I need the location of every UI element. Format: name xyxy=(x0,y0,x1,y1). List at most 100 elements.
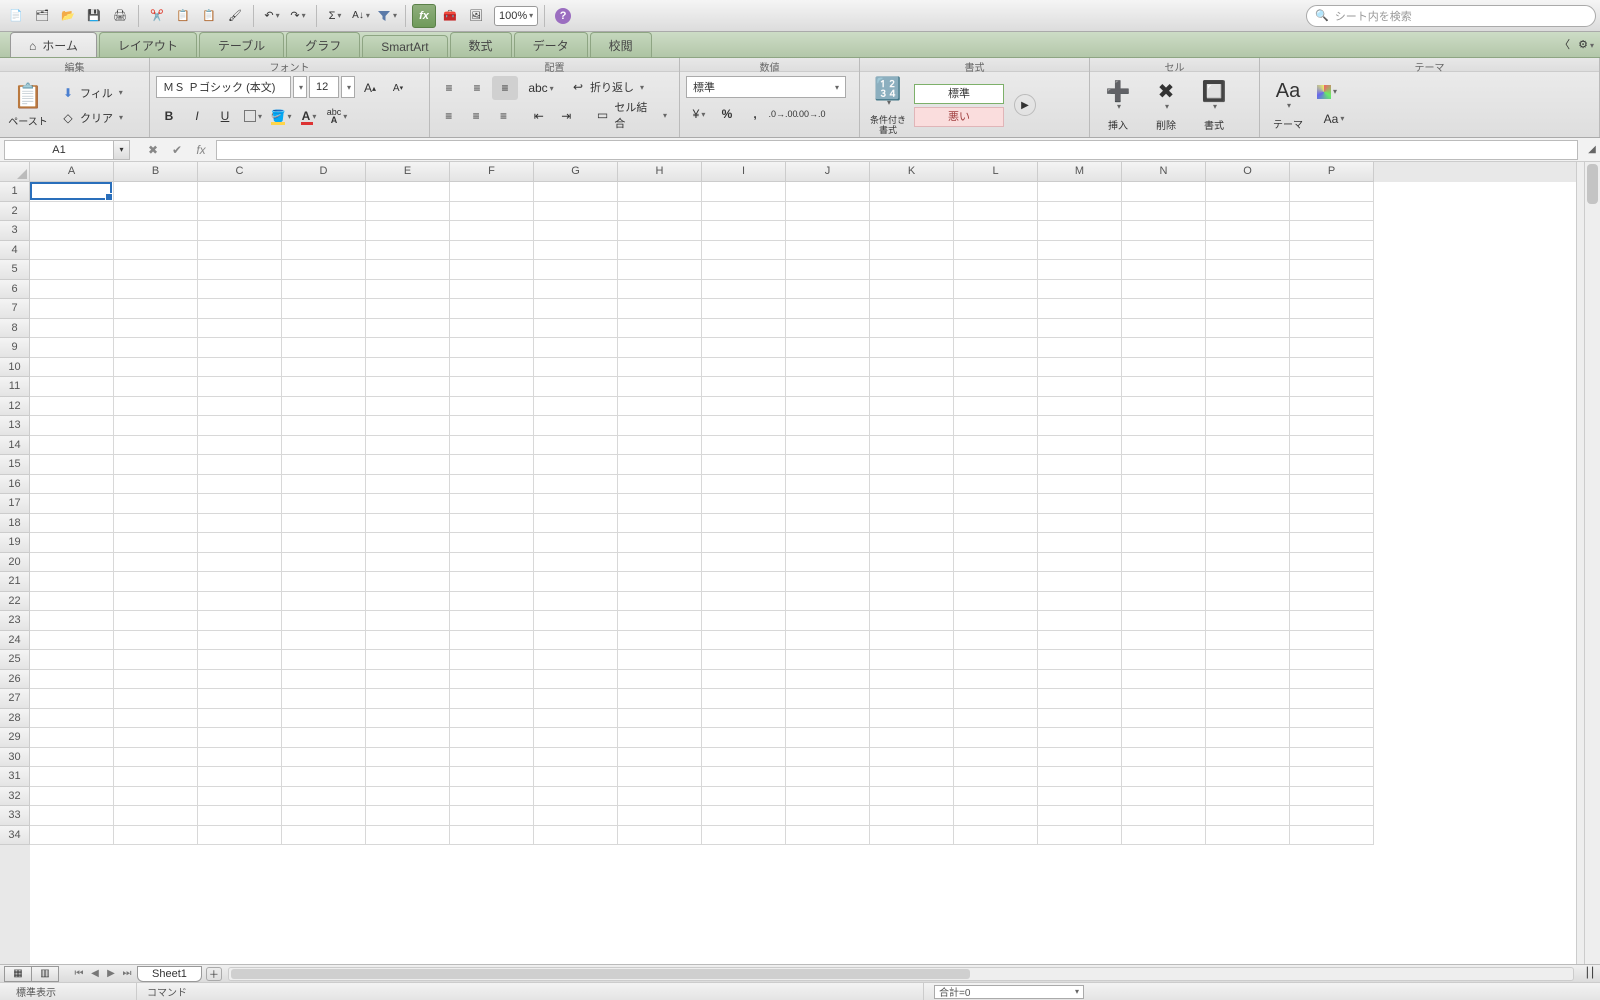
cell[interactable] xyxy=(954,475,1038,495)
cell[interactable] xyxy=(786,221,870,241)
cell[interactable] xyxy=(870,299,954,319)
cell[interactable] xyxy=(1290,260,1374,280)
row-header[interactable]: 12 xyxy=(0,397,30,417)
cell[interactable] xyxy=(198,260,282,280)
redo-icon[interactable]: ↷▾ xyxy=(286,4,310,28)
cell[interactable] xyxy=(114,338,198,358)
cell[interactable] xyxy=(450,319,534,339)
row-header[interactable]: 8 xyxy=(0,319,30,339)
cell[interactable] xyxy=(366,787,450,807)
filter-icon[interactable]: ▾ xyxy=(375,4,399,28)
cell[interactable] xyxy=(786,377,870,397)
row-header[interactable]: 10 xyxy=(0,358,30,378)
column-header[interactable]: N xyxy=(1122,162,1206,182)
tab-formulas[interactable]: 数式 xyxy=(450,32,512,57)
cell[interactable] xyxy=(1206,631,1290,651)
cell[interactable] xyxy=(702,670,786,690)
italic-button[interactable]: I xyxy=(184,104,210,128)
enter-formula-icon[interactable]: ✔ xyxy=(168,141,186,159)
cell[interactable] xyxy=(1122,202,1206,222)
cell[interactable] xyxy=(282,767,366,787)
cell[interactable] xyxy=(366,650,450,670)
cell[interactable] xyxy=(702,397,786,417)
cell[interactable] xyxy=(198,455,282,475)
cell[interactable] xyxy=(282,806,366,826)
cell[interactable] xyxy=(1122,592,1206,612)
cell[interactable] xyxy=(450,260,534,280)
cell[interactable] xyxy=(1038,631,1122,651)
cell[interactable] xyxy=(870,553,954,573)
cell[interactable] xyxy=(870,436,954,456)
cell[interactable] xyxy=(198,416,282,436)
cell[interactable] xyxy=(786,767,870,787)
cell[interactable] xyxy=(282,299,366,319)
cell[interactable] xyxy=(1122,553,1206,573)
cell[interactable] xyxy=(450,709,534,729)
cell[interactable] xyxy=(702,572,786,592)
cell[interactable] xyxy=(534,709,618,729)
cell[interactable] xyxy=(702,611,786,631)
cell[interactable] xyxy=(870,221,954,241)
cell[interactable] xyxy=(618,767,702,787)
cell[interactable] xyxy=(30,650,114,670)
row-header[interactable]: 21 xyxy=(0,572,30,592)
cell[interactable] xyxy=(198,514,282,534)
row-header[interactable]: 24 xyxy=(0,631,30,651)
cell[interactable] xyxy=(1038,787,1122,807)
cell[interactable] xyxy=(450,202,534,222)
cell[interactable] xyxy=(450,358,534,378)
cell[interactable] xyxy=(870,241,954,261)
cell[interactable] xyxy=(618,592,702,612)
cell[interactable] xyxy=(114,299,198,319)
row-header[interactable]: 26 xyxy=(0,670,30,690)
cell[interactable] xyxy=(618,748,702,768)
cell[interactable] xyxy=(366,631,450,651)
cell[interactable] xyxy=(1206,202,1290,222)
cell[interactable] xyxy=(450,650,534,670)
save-icon[interactable]: 💾 xyxy=(82,4,106,28)
align-center-button[interactable]: ≡ xyxy=(463,104,488,128)
font-name-dropdown[interactable]: ▾ xyxy=(293,76,307,98)
name-box[interactable]: A1 xyxy=(4,140,114,160)
cell[interactable] xyxy=(954,202,1038,222)
column-header[interactable]: E xyxy=(366,162,450,182)
cell[interactable] xyxy=(954,787,1038,807)
cell[interactable] xyxy=(1206,553,1290,573)
cell[interactable] xyxy=(702,260,786,280)
cell[interactable] xyxy=(1290,631,1374,651)
cell[interactable] xyxy=(366,709,450,729)
tab-charts[interactable]: グラフ xyxy=(286,32,360,57)
row-header[interactable]: 6 xyxy=(0,280,30,300)
cell[interactable] xyxy=(1038,748,1122,768)
cell[interactable] xyxy=(870,202,954,222)
cell[interactable] xyxy=(870,826,954,846)
cell[interactable] xyxy=(450,514,534,534)
cell[interactable] xyxy=(366,416,450,436)
cell[interactable] xyxy=(954,709,1038,729)
cell[interactable] xyxy=(198,338,282,358)
cell[interactable] xyxy=(618,221,702,241)
cell[interactable] xyxy=(1122,631,1206,651)
cell[interactable] xyxy=(1038,494,1122,514)
cell[interactable] xyxy=(198,767,282,787)
column-header[interactable]: G xyxy=(534,162,618,182)
cell[interactable] xyxy=(114,260,198,280)
cell[interactable] xyxy=(30,514,114,534)
cell[interactable] xyxy=(30,787,114,807)
cell[interactable] xyxy=(954,767,1038,787)
cell[interactable] xyxy=(198,592,282,612)
cell[interactable] xyxy=(870,397,954,417)
cell[interactable] xyxy=(1290,241,1374,261)
cell[interactable] xyxy=(786,182,870,202)
cell[interactable] xyxy=(618,455,702,475)
cell[interactable] xyxy=(702,377,786,397)
cell[interactable] xyxy=(954,806,1038,826)
cell[interactable] xyxy=(1122,728,1206,748)
cell[interactable] xyxy=(114,436,198,456)
cell[interactable] xyxy=(114,650,198,670)
cell[interactable] xyxy=(1290,436,1374,456)
cut-icon[interactable]: ✂️ xyxy=(145,4,169,28)
cell[interactable] xyxy=(1206,767,1290,787)
cell[interactable] xyxy=(618,728,702,748)
cell[interactable] xyxy=(1038,260,1122,280)
